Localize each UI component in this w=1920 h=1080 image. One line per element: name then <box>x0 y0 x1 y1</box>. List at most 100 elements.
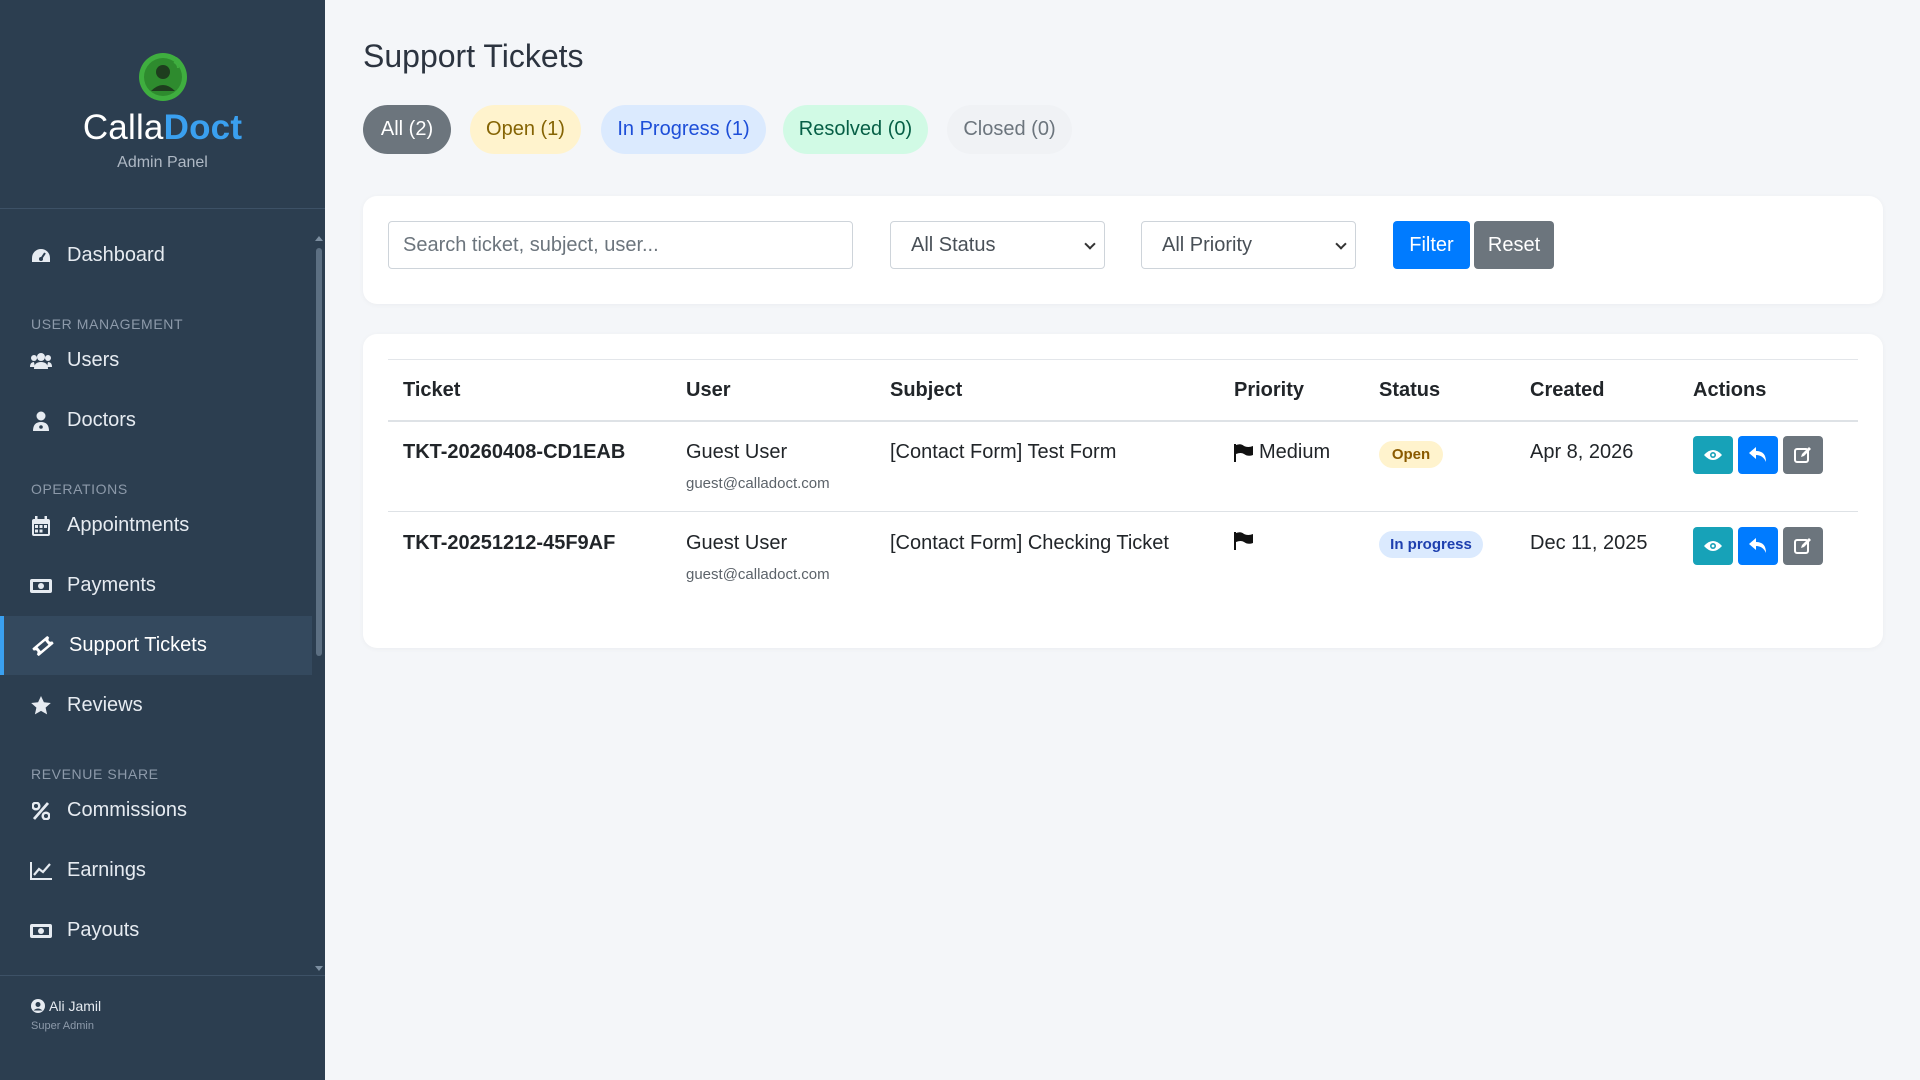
eye-icon <box>1704 450 1722 460</box>
column-header-status: Status <box>1379 379 1441 401</box>
sidebar-item-users[interactable]: Users <box>0 331 312 390</box>
chevron-down-icon <box>1335 238 1347 250</box>
star-icon <box>30 695 52 717</box>
sidebar-item-label: Payments <box>67 574 156 596</box>
sidebar-item-payouts[interactable]: Payouts <box>0 901 312 960</box>
column-header-actions: Actions <box>1693 379 1767 401</box>
sidebar-item-earnings[interactable]: Earnings <box>0 841 312 900</box>
scrollbar-thumb[interactable] <box>316 248 322 656</box>
tab-closed[interactable]: Closed (0) <box>947 105 1072 154</box>
user-email: guest@calladoct.com <box>686 566 830 583</box>
divider <box>388 511 1858 512</box>
eye-icon <box>1704 541 1722 551</box>
sidebar-scrollbar[interactable] <box>314 236 323 971</box>
main-content: Support Tickets All (2) Open (1) In Prog… <box>325 0 1920 1080</box>
sidebar-item-support-tickets[interactable]: Support Tickets <box>0 616 312 675</box>
tickets-table: Ticket User Subject Priority Status Crea… <box>363 334 1883 648</box>
status-select-value: All Status <box>911 233 996 256</box>
brand-name-part1: Calla <box>82 108 164 147</box>
user-name: Guest User <box>686 441 788 463</box>
money-bill-icon <box>30 575 52 597</box>
brand: CallaDoct Admin Panel <box>0 0 325 209</box>
calendar-icon <box>30 515 52 537</box>
column-header-user: User <box>686 379 731 401</box>
sidebar-item-label: Appointments <box>67 514 190 536</box>
column-header-subject: Subject <box>890 379 963 401</box>
status-badge: Open <box>1379 441 1443 468</box>
user-email: guest@calladoct.com <box>686 475 830 492</box>
sidebar-item-appointments[interactable]: Appointments <box>0 496 312 555</box>
current-user-role: Super Admin <box>31 1020 94 1032</box>
ticket-priority: Medium <box>1234 441 1330 464</box>
brand-name: CallaDoct <box>0 108 325 148</box>
sidebar-nav: Dashboard USER MANAGEMENT Users Doctors … <box>0 210 314 975</box>
tab-resolved[interactable]: Resolved (0) <box>783 105 928 154</box>
priority-select[interactable]: All Priority <box>1141 221 1356 269</box>
edit-button[interactable] <box>1783 527 1823 565</box>
scroll-up-arrow[interactable] <box>315 236 323 241</box>
section-operations: OPERATIONS <box>31 481 128 497</box>
tachometer-icon <box>30 245 52 267</box>
sidebar-item-dashboard[interactable]: Dashboard <box>0 226 312 285</box>
flag-icon <box>1234 532 1253 550</box>
column-header-created: Created <box>1530 379 1605 401</box>
sidebar: CallaDoct Admin Panel Dashboard USER MAN… <box>0 0 325 1080</box>
tab-open[interactable]: Open (1) <box>470 105 581 154</box>
section-user-management: USER MANAGEMENT <box>31 316 184 332</box>
filter-card: All Status All Priority Filter Reset <box>363 196 1883 304</box>
edit-button[interactable] <box>1783 436 1823 474</box>
ticket-id[interactable]: TKT-20251212-45F9AF <box>403 532 615 555</box>
ticket-created: Dec 11, 2025 <box>1530 532 1648 554</box>
sidebar-footer: Ali Jamil Super Admin <box>0 975 325 1080</box>
tab-in-progress[interactable]: In Progress (1) <box>601 105 766 154</box>
ticket-created: Apr 8, 2026 <box>1530 441 1634 463</box>
sidebar-item-doctors[interactable]: Doctors <box>0 391 312 450</box>
reply-button[interactable] <box>1738 527 1778 565</box>
chevron-down-icon <box>1084 238 1096 250</box>
brand-subtitle: Admin Panel <box>117 154 208 171</box>
section-revenue-share: REVENUE SHARE <box>31 766 159 782</box>
sidebar-item-label: Doctors <box>67 409 136 431</box>
edit-icon <box>1794 538 1811 554</box>
percent-icon <box>30 800 52 822</box>
column-header-ticket: Ticket <box>403 379 461 401</box>
ticket-subject: [Contact Form] Test Form <box>890 441 1117 463</box>
view-button[interactable] <box>1693 527 1733 565</box>
sidebar-item-label: Support Tickets <box>69 634 207 656</box>
ticket-priority <box>1234 532 1259 550</box>
status-select[interactable]: All Status <box>890 221 1105 269</box>
sidebar-item-label: Earnings <box>67 859 146 881</box>
reply-icon <box>1749 447 1766 462</box>
ticket-id[interactable]: TKT-20260408-CD1EAB <box>403 441 625 464</box>
chart-line-icon <box>30 860 52 882</box>
sidebar-item-label: Payouts <box>67 919 140 941</box>
sidebar-item-label: Commissions <box>67 799 188 821</box>
user-name: Guest User <box>686 532 788 554</box>
ticket-icon <box>32 635 54 657</box>
view-button[interactable] <box>1693 436 1733 474</box>
sidebar-item-payments[interactable]: Payments <box>0 556 312 615</box>
user-circle-icon <box>31 999 45 1013</box>
reset-button[interactable]: Reset <box>1474 221 1554 269</box>
current-user: Ali Jamil <box>31 998 325 1014</box>
divider <box>388 420 1858 422</box>
status-badge: In progress <box>1379 531 1483 558</box>
sidebar-item-label: Reviews <box>67 694 143 716</box>
column-header-priority: Priority <box>1234 379 1305 401</box>
scroll-down-arrow[interactable] <box>315 966 323 971</box>
users-icon <box>30 350 52 372</box>
tab-all[interactable]: All (2) <box>363 105 451 154</box>
filter-button[interactable]: Filter <box>1393 221 1470 269</box>
priority-label: Medium <box>1259 441 1331 463</box>
reply-button[interactable] <box>1738 436 1778 474</box>
search-input[interactable] <box>388 221 853 269</box>
user-doctor-icon <box>30 410 52 432</box>
current-user-name: Ali Jamil <box>49 998 102 1014</box>
reply-icon <box>1749 538 1766 553</box>
sidebar-item-label: Users <box>67 349 120 371</box>
flag-icon <box>1234 443 1253 462</box>
sidebar-item-reviews[interactable]: Reviews <box>0 676 312 735</box>
sidebar-item-commissions[interactable]: Commissions <box>0 781 312 840</box>
edit-icon <box>1794 447 1811 463</box>
page-title: Support Tickets <box>363 38 584 74</box>
